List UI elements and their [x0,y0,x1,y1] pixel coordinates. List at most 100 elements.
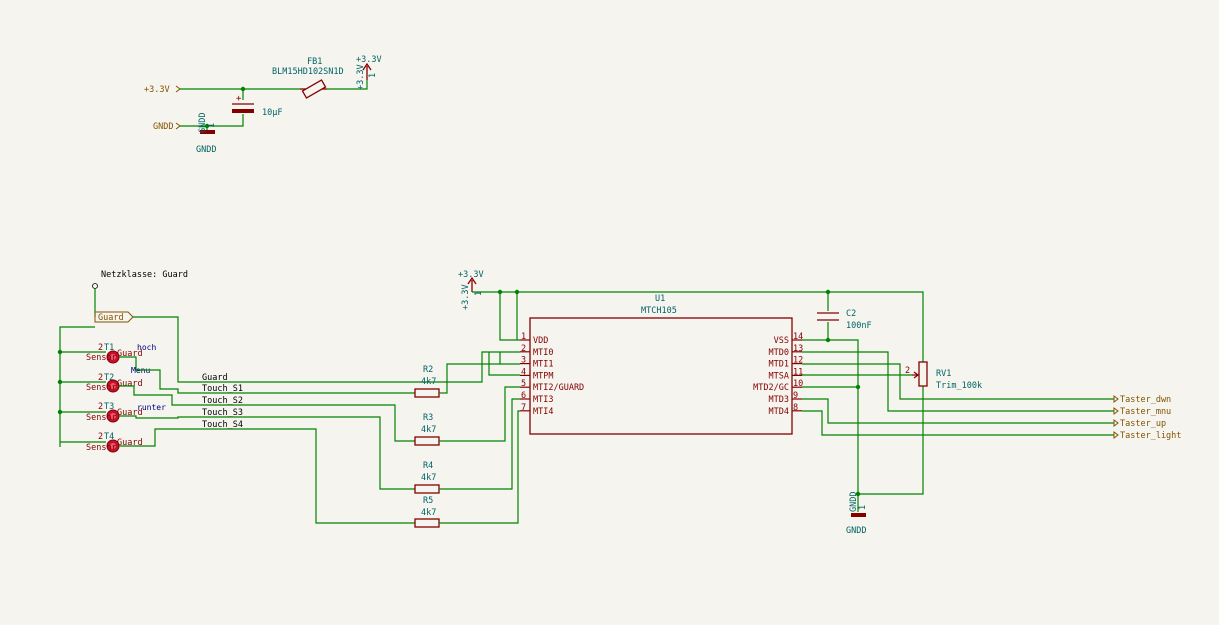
pwr-top-num: 1 [368,73,378,78]
pin-number: 6 [521,391,526,401]
svg-text:GNDD: GNDD [846,526,866,536]
svg-text:100nF: 100nF [846,321,872,331]
pin-number: 13 [793,344,803,354]
pin-name: MTI4 [533,407,553,417]
svg-text:2: 2 [98,343,103,353]
svg-text:4k7: 4k7 [421,425,436,435]
ferrite-bead-fb1[interactable]: FB1 BLM15HD102SN1D [272,57,344,99]
svg-text:U1: U1 [655,294,665,304]
svg-text:R5: R5 [423,496,433,506]
pin-number: 1 [521,332,526,342]
svg-text:+3.3V: +3.3V [458,270,484,280]
schematic-sheet: +3.3V GNDD FB1 BLM15HD102SN1D +3.3V +3.3… [57,55,1181,536]
output-label-taster_up[interactable]: Taster_up [1113,419,1166,429]
output-label-taster_light[interactable]: Taster_light [1113,431,1181,441]
glabel-in-gndd[interactable]: GNDD [153,122,173,132]
c-bulk-value: 10µF [262,108,282,118]
svg-text:R3: R3 [423,413,433,423]
sensor-t1[interactable]: 2 T1 Sensor Guard hoch [86,343,156,364]
power-symbol-33v-mid[interactable]: +3.3V +3.3V 1 [458,270,484,310]
svg-text:T1: T1 [104,343,114,353]
resistor-r2[interactable]: R2 4k7 [414,365,440,398]
svg-text:Sensor: Sensor [86,443,117,453]
svg-text:Trim_100k: Trim_100k [936,381,982,391]
pin-name: MTD2/GC [753,383,789,393]
svg-text:C2: C2 [846,309,856,319]
svg-text:+: + [236,94,242,104]
gnd-top-num: 1 [207,123,217,128]
pin-name: MTI1 [533,360,553,370]
svg-text:Sensor: Sensor [86,383,117,393]
pin-number: 9 [793,391,798,401]
pin-number: 5 [521,379,526,389]
guard-note: Netzklasse: Guard [101,270,188,280]
pin-name: MTI0 [533,348,553,358]
svg-text:2: 2 [905,366,910,376]
power-input-section: +3.3V GNDD FB1 BLM15HD102SN1D +3.3V +3.3… [144,55,382,155]
pin-number: 12 [793,356,803,366]
svg-text:4k7: 4k7 [421,508,436,518]
output-label-taster_mnu[interactable]: Taster_mnu [1113,407,1171,417]
sensor-t3[interactable]: 2 T3 Sensor Guard runter [86,402,166,423]
guard-global-label[interactable]: Guard [94,311,134,323]
pin-name: MTPM [533,371,553,381]
fb1-value: BLM15HD102SN1D [272,67,344,77]
ground-symbol-gndd-top[interactable]: GNDD 1 GNDD [196,113,217,155]
svg-text:RV1: RV1 [936,369,951,379]
glabel-in-33v-shape [175,85,181,93]
pin-name: MTI3 [533,395,553,405]
net-label-touch-s4[interactable]: Touch_S4 [202,420,243,430]
resistor-r3[interactable]: R3 4k7 [414,413,440,446]
pwr-top-label: +3.3V [356,55,382,65]
svg-text:4k7: 4k7 [421,473,436,483]
power-symbol-33v-top[interactable]: +3.3V +3.3V 1 [356,55,382,90]
trimmer-rv1[interactable]: 2 RV1 Trim_100k [905,361,982,391]
net-label-touch-s2[interactable]: Touch_S2 [202,396,243,406]
glabel-in-gndd-shape [175,122,181,130]
ic-u1-mtch105[interactable]: U1 MTCH105 [529,294,793,435]
pin-number: 3 [521,356,526,366]
svg-text:T2: T2 [104,373,114,383]
capacitor-bulk[interactable]: + 10µF [232,94,282,118]
net-label-guard[interactable]: Guard [202,373,228,383]
pin-name: VSS [774,336,789,346]
svg-text:T3: T3 [104,402,114,412]
sensor-note: hoch [137,343,156,352]
sensor-t4[interactable]: 2 T4 Sensor Guard [86,432,143,453]
net-label-touch-s1[interactable]: Touch_S1 [202,384,243,394]
output-label-text: Taster_up [1120,419,1166,429]
pwr-top-pin: +3.3V [356,64,366,90]
pin-name: MTSA [769,371,789,381]
svg-text:Sensor: Sensor [86,413,117,423]
gnd-top-pin: GNDD [198,113,208,133]
pin-number: 11 [793,367,803,377]
pin-number: 8 [793,403,798,413]
pin-number: 14 [793,332,803,342]
output-label-taster_dwn[interactable]: Taster_dwn [1113,395,1171,405]
u1-right-pins: 14 VSS 13 MTD0 12 MTD1 11 MTSA 10 MTD2/GC 9 MTD3 8 MT… [753,332,803,417]
net-label-touch-s3[interactable]: Touch_S3 [202,408,243,418]
sensor-note: runter [137,403,166,412]
svg-text:+3.3V: +3.3V [461,284,471,310]
resistor-r5[interactable]: R5 4k7 [414,496,440,528]
pin-number: 2 [521,344,526,354]
glabel-in-33v[interactable]: +3.3V [144,85,170,95]
pin-name: MTD3 [769,395,789,405]
resistor-r4[interactable]: R4 4k7 [414,461,440,494]
svg-text:2: 2 [98,373,103,383]
output-labels: Taster_dwn Taster_mnu Taster_up Taster_ligh… [1113,395,1181,441]
ground-symbol-gndd-mid[interactable]: GNDD 1 GNDD [846,492,868,536]
svg-text:2: 2 [98,402,103,412]
pin-name: MTI2/GUARD [533,383,584,393]
pin-number: 7 [521,403,526,413]
pin-name: MTD1 [769,360,789,370]
pin-number: 10 [793,379,803,389]
svg-text:2: 2 [98,432,103,442]
pin-name: MTD4 [769,407,789,417]
pin-name: VDD [533,336,548,346]
capacitor-c2[interactable]: C2 100nF [817,292,872,340]
svg-text:MTCH105: MTCH105 [641,306,677,316]
svg-text:Sensor: Sensor [86,353,117,363]
svg-text:R4: R4 [423,461,433,471]
svg-text:4k7: 4k7 [421,377,436,387]
